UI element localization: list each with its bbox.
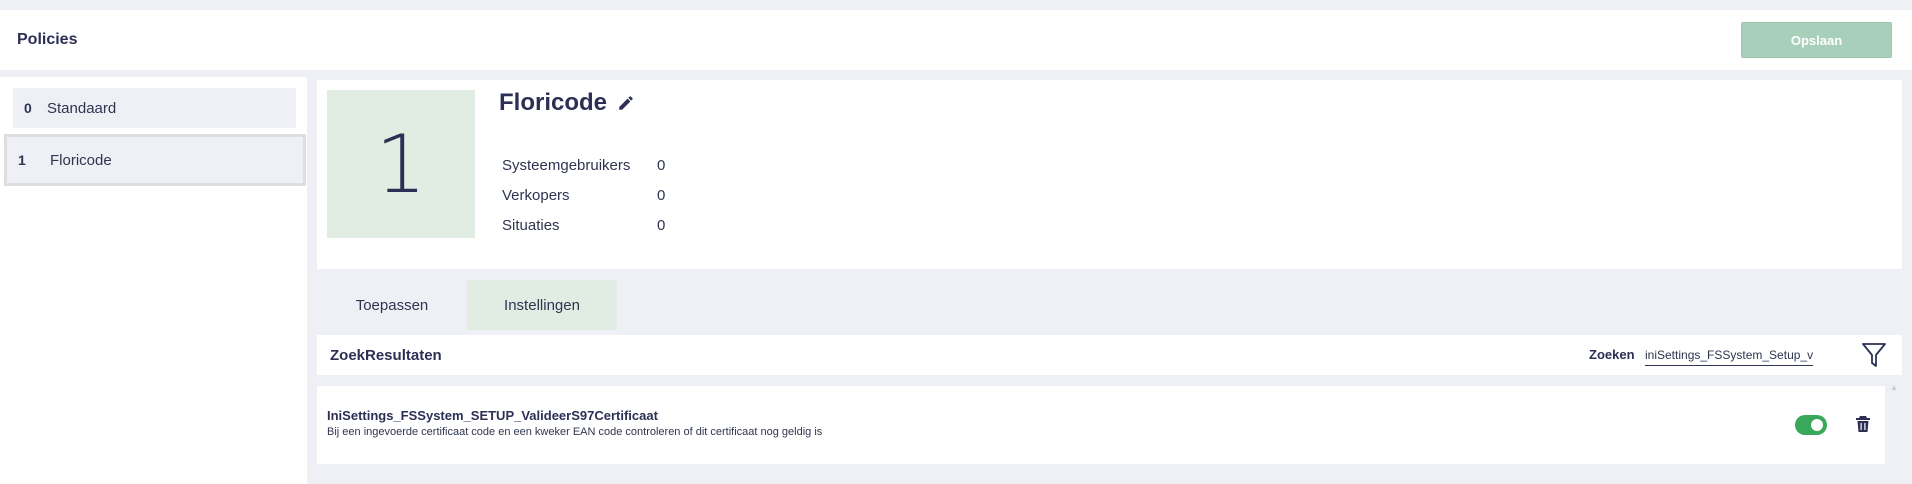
enabled-toggle[interactable] <box>1795 415 1827 435</box>
sidebar-item-label: Floricode <box>50 151 112 169</box>
results-header: ZoekResultaten Zoeken <box>317 335 1902 375</box>
top-bar: Policies Opslaan <box>0 10 1912 70</box>
stat-row: Systeemgebruikers 0 <box>502 150 665 180</box>
stat-label: Systeemgebruikers <box>502 156 631 174</box>
policy-number-tile: 1 <box>327 90 475 238</box>
stat-row: Situaties 0 <box>502 210 665 240</box>
policy-stats: Systeemgebruikers 0 Verkopers 0 Situatie… <box>502 150 665 240</box>
page-title: Policies <box>17 31 78 48</box>
trash-icon[interactable] <box>1855 415 1871 438</box>
filter-icon[interactable] <box>1861 341 1887 374</box>
search-input[interactable] <box>1645 344 1813 366</box>
results-heading: ZoekResultaten <box>330 347 442 364</box>
scroll-up-arrow[interactable]: ▲ <box>1887 383 1901 397</box>
stat-label: Verkopers <box>502 186 570 204</box>
policy-name: Floricode <box>499 89 608 116</box>
stat-value: 0 <box>657 216 666 234</box>
policy-detail-panel: 1 Floricode Systeemgebruikers 0 Verkoper… <box>317 80 1902 269</box>
sidebar-item-standaard[interactable]: 0 Standaard <box>13 88 296 128</box>
stat-value: 0 <box>657 186 666 204</box>
sidebar-item-number: 1 <box>18 152 26 168</box>
setting-title: IniSettings_FSSystem_SETUP_ValideerS97Ce… <box>327 408 658 423</box>
sidebar-item-number: 0 <box>24 100 32 116</box>
search-label: Zoeken <box>1589 347 1635 362</box>
pencil-icon[interactable] <box>617 94 635 112</box>
stat-value: 0 <box>657 156 666 174</box>
sidebar-item-floricode[interactable]: 1 Floricode <box>4 134 306 186</box>
toggle-knob <box>1811 419 1823 431</box>
setting-description: Bij een ingevoerde certificaat code en e… <box>327 426 823 438</box>
tab-bar: Toepassen Instellingen <box>317 280 617 330</box>
policy-sidebar: 0 Standaard 1 Floricode <box>0 77 307 484</box>
tab-instellingen[interactable]: Instellingen <box>467 280 617 330</box>
policy-name-row: Floricode <box>499 89 635 117</box>
stat-label: Situaties <box>502 216 560 234</box>
save-button[interactable]: Opslaan <box>1741 22 1892 58</box>
stat-row: Verkopers 0 <box>502 180 665 210</box>
tab-toepassen[interactable]: Toepassen <box>317 280 467 330</box>
list-item: IniSettings_FSSystem_SETUP_ValideerS97Ce… <box>317 386 1885 464</box>
sidebar-item-label: Standaard <box>47 99 117 117</box>
